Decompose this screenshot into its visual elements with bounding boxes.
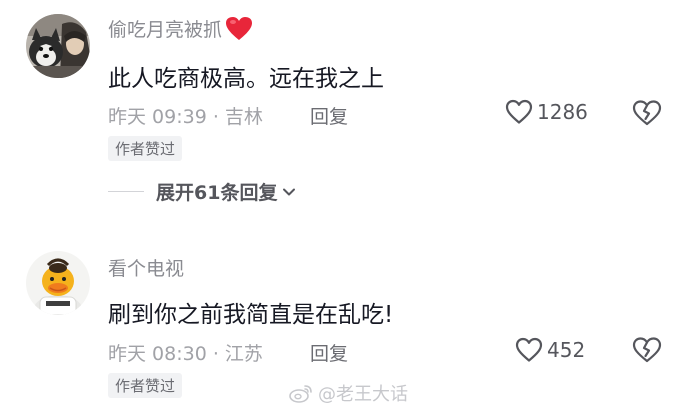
avatar[interactable] — [26, 14, 90, 78]
weibo-logo-icon — [289, 385, 312, 403]
username-text: 看个电视 — [108, 258, 185, 280]
avatar-image — [26, 14, 90, 78]
divider-line — [108, 191, 144, 192]
comment-meta: 昨天 09:39 · 吉林 — [108, 106, 263, 128]
watermark: @老王大话 — [288, 380, 408, 406]
heart-outline-icon — [515, 337, 543, 362]
expand-replies-button[interactable]: 展开61条回复 — [108, 178, 297, 205]
broken-heart-icon[interactable] — [632, 336, 662, 364]
expand-replies-label: 展开61条回复 — [156, 182, 278, 204]
avatar-image — [26, 251, 90, 315]
like-button[interactable]: 452 — [515, 337, 585, 363]
like-button[interactable]: 1286 — [505, 99, 588, 125]
comment-username[interactable]: 看个电视 — [108, 254, 184, 281]
red-heart-icon — [226, 16, 253, 40]
chevron-down-icon — [283, 188, 296, 195]
username-text: 偷吃月亮被抓 — [108, 19, 223, 41]
like-count: 1286 — [537, 100, 588, 124]
author-liked-badge: 作者赞过 — [108, 373, 183, 398]
comment-username[interactable]: 偷吃月亮被抓 — [108, 15, 253, 42]
comment-meta: 昨天 08:30 · 江苏 — [108, 343, 263, 365]
comment-text: 刷到你之前我简直是在乱吃! — [108, 302, 394, 328]
avatar[interactable] — [26, 251, 90, 315]
like-count: 452 — [547, 338, 586, 362]
comment-text: 此人吃商极高。远在我之上 — [108, 66, 384, 92]
watermark-text: @老王大话 — [318, 384, 408, 405]
heart-outline-icon — [505, 99, 533, 124]
author-liked-badge: 作者赞过 — [108, 136, 183, 161]
broken-heart-icon[interactable] — [632, 99, 662, 127]
reply-button[interactable]: 回复 — [310, 102, 348, 129]
reply-button[interactable]: 回复 — [310, 339, 348, 366]
